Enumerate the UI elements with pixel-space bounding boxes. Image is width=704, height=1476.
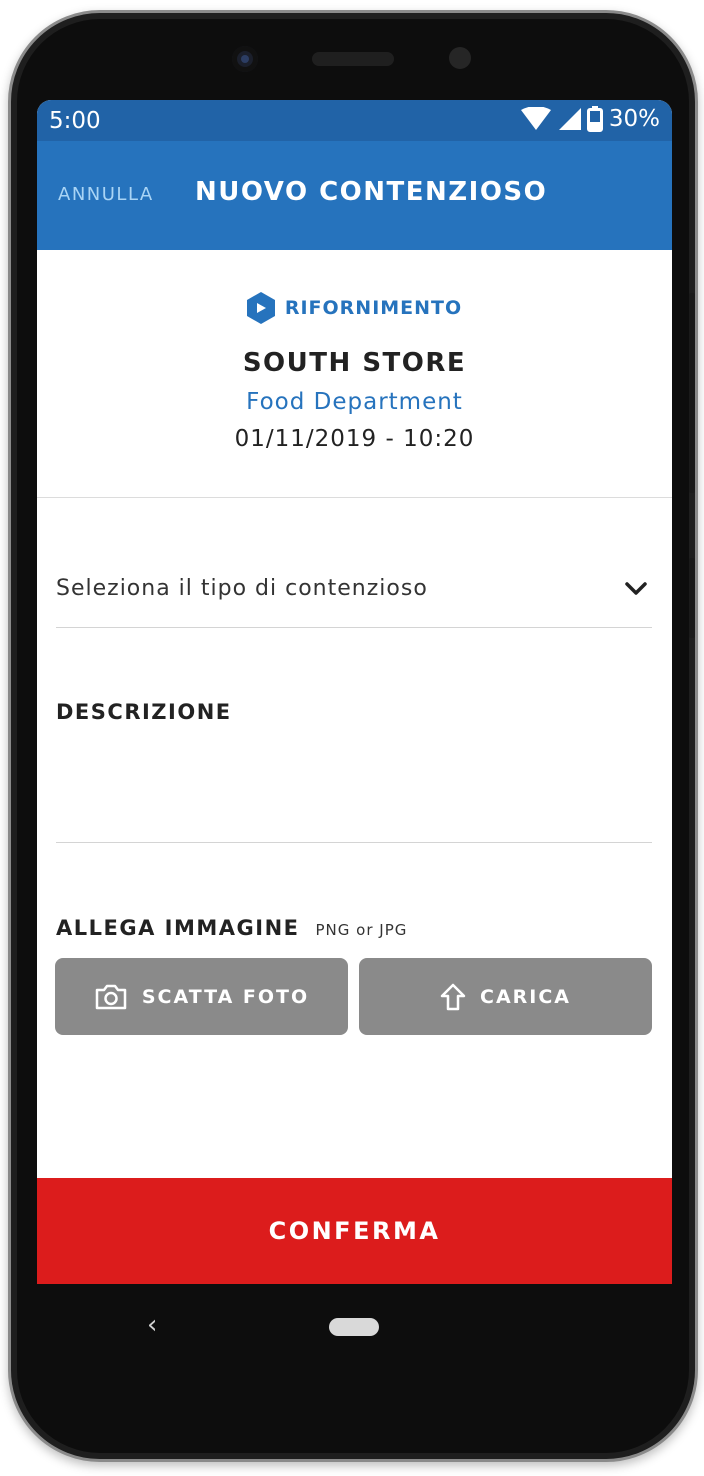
chevron-down-icon (625, 582, 647, 595)
status-time: 5:00 (49, 108, 101, 134)
battery-percent: 30% (608, 106, 660, 132)
app-screen: 5:00 30% ANNULLA NUOVO CONTENZIOSO RIFOR… (37, 100, 672, 1284)
description-input[interactable] (56, 740, 652, 843)
attach-image-label: ALLEGA IMMAGINE (56, 916, 300, 940)
home-icon[interactable] (329, 1318, 379, 1336)
wifi-icon (520, 107, 551, 130)
confirm-button[interactable]: CONFERMA (37, 1178, 672, 1284)
description-label: DESCRIZIONE (56, 700, 232, 724)
category-row: RIFORNIMENTO (37, 292, 672, 324)
take-photo-label: SCATTA FOTO (141, 985, 310, 1008)
front-camera (232, 46, 258, 72)
earpiece-speaker (312, 52, 394, 66)
back-icon[interactable]: ‹ (147, 1310, 157, 1340)
upload-label: CARICA (480, 985, 571, 1008)
signal-icon (558, 108, 581, 130)
dispute-type-placeholder: Seleziona il tipo di contenzioso (56, 576, 428, 601)
page-title: NUOVO CONTENZIOSO (195, 177, 548, 207)
app-bar: ANNULLA NUOVO CONTENZIOSO (37, 141, 672, 250)
store-name: SOUTH STORE (242, 348, 467, 378)
camera-icon (95, 984, 127, 1009)
dispute-datetime: 01/11/2019 - 10:20 (234, 426, 475, 452)
department-name: Food Department (246, 389, 463, 415)
take-photo-button[interactable]: SCATTA FOTO (55, 958, 348, 1035)
status-icons: 30% (520, 106, 660, 132)
status-bar: 5:00 30% (37, 100, 672, 141)
proximity-sensor (449, 47, 471, 69)
volume-button (689, 293, 695, 493)
cancel-button[interactable]: ANNULLA (58, 184, 154, 205)
battery-icon (586, 106, 603, 132)
divider (37, 497, 672, 498)
attach-format-hint: PNG or JPG (315, 921, 408, 939)
power-button (689, 558, 695, 638)
category-label: RIFORNIMENTO (284, 297, 463, 319)
hexagon-play-icon (246, 292, 275, 324)
attach-buttons: SCATTA FOTO CARICA (55, 958, 652, 1035)
upload-arrow-icon (440, 983, 466, 1010)
attach-image-label-row: ALLEGA IMMAGINE PNG or JPG (56, 916, 407, 940)
android-nav-bar: ‹ (37, 1284, 672, 1374)
dispute-header: RIFORNIMENTO SOUTH STORE Food Department… (37, 250, 672, 497)
upload-button[interactable]: CARICA (359, 958, 652, 1035)
dispute-type-select[interactable]: Seleziona il tipo di contenzioso (56, 565, 652, 628)
